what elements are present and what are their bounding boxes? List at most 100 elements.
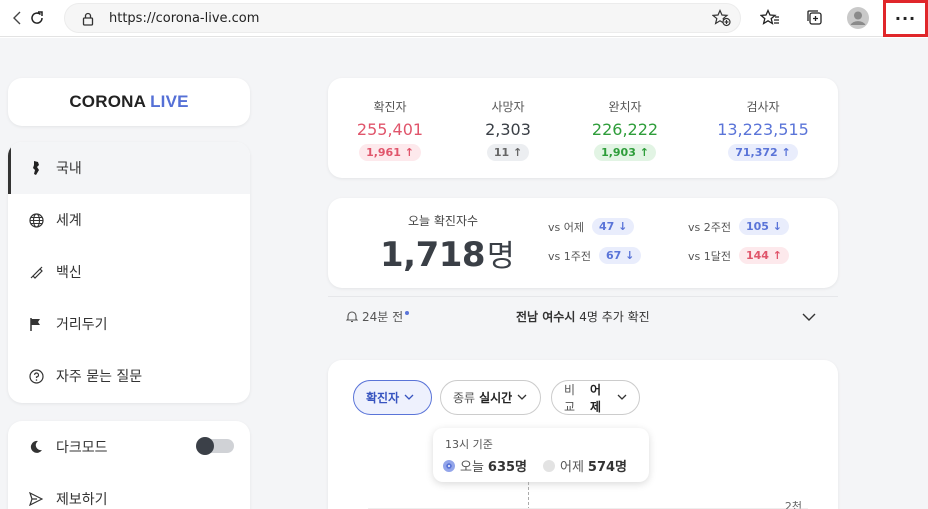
new-dot-icon [405, 310, 410, 315]
sidebar-item-domestic[interactable]: 국내 [8, 142, 250, 194]
stat-value: 2,303 [485, 120, 531, 139]
send-icon [28, 491, 44, 507]
chip-prefix: 비교 [564, 382, 576, 414]
bell-icon [346, 310, 358, 323]
stat-change: 1,961 [366, 146, 401, 159]
chevron-down-icon[interactable] [802, 307, 816, 326]
latest-alert[interactable]: 24분 전 전남 여수시 4명 추가 확진 [328, 296, 838, 332]
sidebar-item-world[interactable]: 세계 [8, 194, 250, 246]
stat-tested[interactable]: 검사자 13,223,515 71,372 ↑ [703, 98, 823, 161]
today-card: 오늘 확진자수 1,718명 vs 어제 47 ↓ vs 2주전 105 ↓ v… [328, 198, 838, 288]
stat-value: 13,223,515 [717, 120, 809, 139]
chevron-down-icon [617, 394, 627, 401]
sidebar-item-distancing[interactable]: 거리두기 [8, 298, 250, 350]
sidebar-item-faq[interactable]: 자주 묻는 질문 [8, 350, 250, 402]
stat-confirmed[interactable]: 확진자 255,401 1,961 ↑ [330, 98, 450, 161]
stat-label: 확진자 [373, 100, 407, 114]
filter-chip-confirmed[interactable]: 확진자 [353, 380, 432, 415]
vs-value: 144 [745, 249, 769, 262]
sidebar-nav: 국내 세계 백신 거리두기 자주 묻는 질문 [8, 142, 250, 403]
vs-1month[interactable]: vs 1달전 144 ↑ [688, 247, 790, 264]
sidebar-item-darkmode[interactable]: 다크모드 [8, 421, 250, 473]
logo-text-accent: LIVE [150, 92, 189, 111]
logo-card[interactable]: CORONA LIVE [8, 78, 250, 126]
stat-deaths[interactable]: 사망자 2,303 11 ↑ [448, 98, 568, 161]
vs-value: 105 [745, 220, 769, 233]
flag-icon [28, 316, 44, 332]
filter-chip-compare[interactable]: 비교 어제 [551, 380, 640, 415]
profile-avatar-icon[interactable] [843, 4, 873, 32]
today-value: 1,718명 [380, 231, 515, 275]
moon-icon [28, 439, 44, 455]
sidebar-item-label: 자주 묻는 질문 [56, 369, 143, 385]
sidebar-item-label: 제보하기 [56, 492, 108, 508]
question-icon [28, 368, 44, 384]
chip-label: 확진자 [366, 391, 400, 405]
alert-message: 전남 여수시 4명 추가 확진 [516, 308, 650, 325]
today-label: 오늘 확진자수 [408, 214, 479, 228]
alert-time-text: 24분 전 [362, 310, 404, 324]
vs-1week[interactable]: vs 1주전 67 ↓ [548, 247, 642, 264]
vs-value: 47 [598, 220, 615, 233]
sidebar-item-label: 다크모드 [56, 440, 108, 456]
tooltip-yesterday-value: 574명 [587, 460, 628, 475]
arrow-down-icon: ↓ [772, 220, 783, 233]
sidebar-item-label: 국내 [56, 161, 82, 177]
sidebar-secondary: 다크모드 제보하기 [8, 421, 250, 509]
address-bar[interactable]: https://corona-live.com [64, 3, 741, 33]
arrow-up-icon: ↑ [772, 249, 783, 262]
page-body: CORONA LIVE 국내 세계 백신 거리두기 자주 묻는 질문 다크모드 … [0, 38, 928, 509]
stat-value: 226,222 [591, 120, 659, 139]
tooltip-title: 13시 기준 [445, 438, 493, 451]
alert-count: 4명 [579, 310, 598, 324]
tooltip-yesterday-label: 어제 [560, 460, 584, 475]
logo[interactable]: CORONA LIVE [69, 92, 188, 112]
stat-label: 완치자 [608, 100, 642, 114]
vs-yesterday[interactable]: vs 어제 47 ↓ [548, 218, 635, 235]
more-menu-button[interactable]: ··· [883, 0, 928, 37]
vs-label: vs 1달전 [688, 249, 731, 263]
yesterday-dot-icon [543, 459, 555, 472]
refresh-icon[interactable] [22, 4, 52, 32]
sidebar-item-label: 세계 [56, 213, 82, 229]
sidebar-item-report[interactable]: 제보하기 [8, 473, 250, 509]
vs-badge: 47 ↓ [591, 218, 635, 235]
favorites-icon[interactable] [755, 4, 785, 32]
today-dot-icon [443, 459, 455, 472]
vs-badge: 105 ↓ [738, 218, 790, 235]
chart-crosshair [528, 482, 529, 509]
tooltip-today: 오늘 635명 [443, 456, 527, 475]
stat-recovered[interactable]: 완치자 226,222 1,903 ↑ [565, 98, 685, 161]
chevron-down-icon [404, 394, 414, 401]
y-axis-label: 2천 [784, 500, 802, 509]
sidebar-item-vaccine[interactable]: 백신 [8, 246, 250, 298]
dark-mode-toggle[interactable] [196, 437, 234, 455]
sidebar-item-label: 백신 [56, 265, 82, 281]
vs-label: vs 1주전 [548, 249, 591, 263]
arrow-up-icon: ↑ [781, 146, 791, 159]
stat-change: 71,372 [735, 146, 778, 159]
lock-icon[interactable] [82, 11, 94, 30]
chip-value: 실시간 [479, 391, 513, 405]
collections-icon[interactable] [800, 4, 830, 32]
chip-prefix: 종류 [453, 391, 476, 405]
vs-2weeks[interactable]: vs 2주전 105 ↓ [688, 218, 790, 235]
add-favorite-icon[interactable] [711, 9, 732, 31]
chip-value: 어제 [590, 382, 602, 414]
vs-label: vs 어제 [548, 220, 584, 234]
today-unit: 명 [487, 239, 515, 274]
toggle-knob [196, 437, 214, 455]
url-text[interactable]: https://corona-live.com [109, 11, 259, 26]
alert-place: 전남 여수시 [516, 310, 576, 324]
stats-card: 확진자 255,401 1,961 ↑ 사망자 2,303 11 ↑ 완치자 2… [328, 78, 838, 178]
alert-time: 24분 전 [346, 308, 410, 325]
sidebar-item-label: 거리두기 [56, 317, 108, 333]
chart-tooltip: 13시 기준 오늘 635명 어제 574명 [433, 428, 649, 482]
stat-label: 검사자 [746, 100, 780, 114]
stat-change-badge: 71,372 ↑ [728, 144, 798, 161]
arrow-down-icon: ↓ [625, 249, 635, 262]
globe-icon [28, 212, 44, 228]
stat-change: 11 [493, 146, 510, 159]
vs-badge: 67 ↓ [598, 247, 642, 264]
filter-chip-type[interactable]: 종류 실시간 [440, 380, 541, 415]
